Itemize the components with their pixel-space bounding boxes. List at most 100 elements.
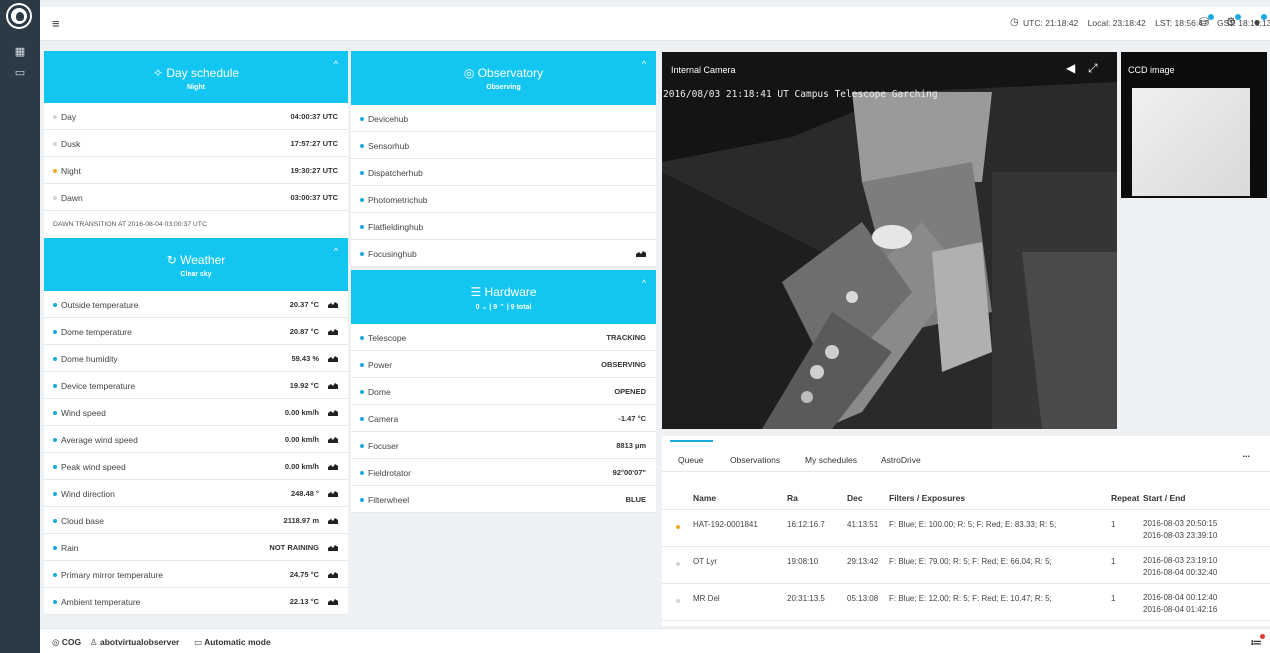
weather-value: 20.87 °C [289, 327, 319, 336]
schedule-row: Night 19:30:27 UTC [44, 157, 348, 184]
area-chart-icon[interactable] [328, 409, 338, 416]
area-chart-icon[interactable] [328, 301, 338, 308]
grid-icon[interactable]: ▦ [13, 46, 27, 58]
hardware-label: Focuser [368, 441, 399, 451]
ccd-image-panel: CCD image [1121, 52, 1267, 198]
hub-row[interactable]: Sensorhub [351, 132, 656, 159]
cell-start-end: 2016-08-03 23:19:10 2016-08-04 00:32:40 [1143, 556, 1218, 577]
chevron-up-icon[interactable]: ^ [334, 59, 338, 69]
area-chart-icon[interactable] [328, 544, 338, 551]
hub-row[interactable]: Focusinghub [351, 240, 656, 267]
weather-row: Rain NOT RAINING [44, 534, 348, 561]
hardware-row[interactable]: Power OBSERVING [351, 351, 656, 378]
tab-astrodrive[interactable]: AstroDrive [881, 455, 921, 465]
hardware-row[interactable]: Fieldrotator 92°00'07" [351, 459, 656, 486]
dawn-transition-note: DAWN TRANSITION AT 2016-08-04 03:00:37 U… [53, 221, 207, 228]
cell-dec: 05:13:08 [847, 594, 879, 603]
hardware-row[interactable]: Dome OPENED [351, 378, 656, 405]
volume-icon[interactable]: ◀ [1066, 61, 1075, 75]
hub-row[interactable]: Photometrichub [351, 186, 656, 213]
weather-header[interactable]: ↻ Weather Clear sky ^ [44, 238, 348, 291]
hardware-label: Filterwheel [368, 495, 410, 505]
task-list-icon[interactable]: ≔ [1250, 634, 1265, 649]
table-row[interactable]: OT Lyr 19:08:10 29:13:42 F: Blue; E: 79.00;… [662, 547, 1270, 584]
weather-value: 248.48 ° [290, 489, 319, 498]
cell-ra: 19:08:10 [787, 557, 819, 566]
header-repeat: Repeat [1111, 493, 1140, 503]
hamburger-menu-icon[interactable]: ≡ [52, 16, 60, 31]
area-chart-icon[interactable] [636, 250, 646, 257]
status-dot [53, 330, 57, 334]
database-icon[interactable]: ⛁ [1196, 14, 1214, 31]
user-icon[interactable]: ● [1249, 14, 1267, 31]
mode-label[interactable]: ▭ Automatic mode [194, 637, 271, 648]
status-dot [360, 390, 364, 394]
calendar-icon[interactable]: ▭ [13, 67, 27, 79]
area-chart-icon[interactable] [328, 463, 338, 470]
observatory-header[interactable]: ◎ Observatory Observing ^ [351, 51, 656, 105]
area-chart-icon[interactable] [328, 571, 338, 578]
hardware-card: ☰ Hardware 0 ⌄ | 9 ⌃ | 9 total ^ Telesco… [351, 270, 656, 513]
weather-label: Cloud base [61, 516, 105, 526]
hub-row[interactable]: Dispatcherhub [351, 159, 656, 186]
area-chart-icon[interactable] [328, 382, 338, 389]
area-chart-icon[interactable] [328, 598, 338, 605]
hardware-value: BLUE [625, 495, 646, 504]
more-menu-icon[interactable]: ... [1242, 449, 1250, 459]
tab-queue[interactable]: Queue [670, 440, 713, 465]
status-dot [676, 599, 680, 603]
tab-my-schedules[interactable]: My schedules [805, 455, 857, 465]
hub-row[interactable]: Flatfieldinghub [351, 213, 656, 240]
area-chart-icon[interactable] [328, 490, 338, 497]
cell-name: OT Lyr [693, 557, 718, 566]
cell-dec: 41:13:51 [847, 520, 879, 529]
weather-row: Peak wind speed 0.00 km/h [44, 453, 348, 480]
header-filters: Filters / Exposures [889, 493, 966, 503]
ccd-image[interactable] [1132, 88, 1250, 196]
cell-ra: 16:12:16.7 [787, 520, 825, 529]
status-dot [53, 438, 57, 442]
area-chart-icon[interactable] [328, 517, 338, 524]
chevron-up-icon[interactable]: ^ [334, 246, 338, 256]
hardware-row[interactable]: Focuser 8813 µm [351, 432, 656, 459]
weather-row: Wind speed 0.00 km/h [44, 399, 348, 426]
server-icon: ☰ [470, 285, 485, 299]
weather-value: NOT RAINING [269, 543, 319, 552]
clock-icon: ◷ [1010, 17, 1019, 28]
table-row[interactable]: MR Del 20:31:13.5 05:13:08 F: Blue; E: 12.0… [662, 584, 1270, 621]
fullscreen-icon[interactable]: ⤢ [1088, 61, 1098, 76]
day-schedule-subtitle: Night [187, 84, 205, 91]
status-dot [53, 411, 57, 415]
weather-label: Dome humidity [61, 354, 118, 364]
area-chart-icon[interactable] [328, 328, 338, 335]
weather-value: 19.92 °C [289, 381, 319, 390]
weather-row: Cloud base 2118.97 m [44, 507, 348, 534]
sparkle-icon: ✧ [152, 66, 167, 80]
area-chart-icon[interactable] [328, 436, 338, 443]
hardware-header[interactable]: ☰ Hardware 0 ⌄ | 9 ⌃ | 9 total ^ [351, 270, 656, 324]
settings-icon[interactable]: ⚙ [1223, 14, 1241, 31]
site-icon: ◎ [52, 637, 60, 647]
app-logo[interactable] [8, 5, 30, 27]
chevron-up-icon[interactable]: ^ [642, 278, 646, 288]
hardware-label: Camera [368, 414, 399, 424]
weather-row: Dome humidity 59.43 % [44, 345, 348, 372]
hub-row[interactable]: Devicehub [351, 105, 656, 132]
hardware-row[interactable]: Telescope TRACKING [351, 324, 656, 351]
weather-value: 24.75 °C [289, 570, 319, 579]
table-row[interactable]: HAT-192-0001841 16:12:16.7 41:13:51 F: Blue… [662, 510, 1270, 547]
person-icon: ♙ [90, 637, 98, 647]
area-chart-icon[interactable] [328, 355, 338, 362]
chevron-up-icon[interactable]: ^ [642, 59, 646, 69]
cell-start-end: 2016-08-04 00:12:40 2016-08-04 01:42:16 [1143, 593, 1218, 614]
hardware-row[interactable]: Filterwheel BLUE [351, 486, 656, 513]
hardware-row[interactable]: Camera -1.47 °C [351, 405, 656, 432]
site-label[interactable]: ◎ COG [52, 637, 81, 648]
tab-observations[interactable]: Observations [730, 455, 780, 465]
observatory-card: ◎ Observatory Observing ^ Devicehub Sens… [351, 51, 656, 267]
cell-repeat: 1 [1111, 594, 1116, 603]
day-schedule-header[interactable]: ✧ Day schedule Night ^ [44, 51, 348, 103]
user-label[interactable]: ♙ abotvirtualobserver [90, 637, 179, 648]
camera-feed-image [662, 52, 1117, 429]
status-dot [676, 562, 680, 566]
